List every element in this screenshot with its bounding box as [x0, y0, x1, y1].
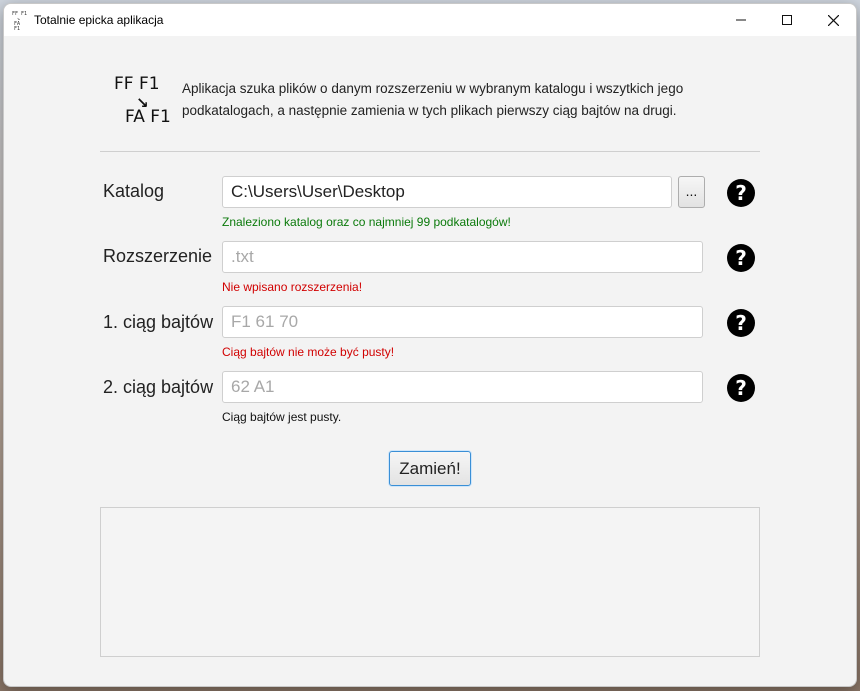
bytes2-help-icon[interactable]: ? — [727, 374, 755, 402]
bytes1-status: Ciąg bajtów nie może być pusty! — [222, 345, 395, 359]
replace-button[interactable]: Zamień! — [389, 451, 471, 486]
bytes1-label: 1. ciąg bajtów — [103, 312, 214, 332]
catalog-label: Katalog — [103, 181, 165, 201]
browse-button[interactable]: ... — [678, 176, 705, 208]
extension-status: Nie wpisano rozszerzenia! — [222, 280, 363, 294]
app-icon: FF F1 ↘ FA F1 — [12, 12, 28, 32]
catalog-help-icon[interactable]: ? — [727, 179, 755, 207]
app-logo: FF F1 ↘ FA F1 — [110, 74, 174, 128]
maximize-icon — [782, 15, 792, 25]
header-separator — [100, 151, 760, 152]
minimize-icon — [736, 19, 746, 21]
minimize-button[interactable] — [718, 4, 764, 36]
bytes2-input[interactable] — [222, 371, 703, 403]
bytes2-label: 2. ciąg bajtów — [103, 377, 214, 397]
close-icon — [827, 14, 839, 26]
maximize-button[interactable] — [764, 4, 810, 36]
logo-line-2: FA F1 — [125, 107, 171, 127]
app-window: FF F1 ↘ FA F1 Totalnie epicka aplikacja … — [3, 3, 857, 687]
extension-help-icon[interactable]: ? — [727, 244, 755, 272]
app-icon-line-3: FA F1 — [14, 21, 21, 32]
extension-label: Rozszerzenie — [103, 246, 213, 266]
catalog-status: Znaleziono katalog oraz co najmniej 99 p… — [222, 215, 511, 229]
bytes1-input[interactable] — [222, 306, 703, 338]
window-title: Totalnie epicka aplikacja — [34, 13, 164, 27]
main-content: FF F1 ↘ FA F1 Aplikacja szuka plików o d… — [4, 36, 856, 686]
extension-input[interactable] — [222, 241, 703, 273]
bytes1-help-icon[interactable]: ? — [727, 309, 755, 337]
bytes2-status: Ciąg bajtów jest pusty. — [222, 410, 342, 424]
catalog-input[interactable] — [222, 176, 672, 208]
app-description: Aplikacja szuka plików o danym rozszerze… — [182, 81, 684, 118]
output-area[interactable] — [100, 507, 760, 657]
title-bar[interactable]: FF F1 ↘ FA F1 Totalnie epicka aplikacja — [4, 4, 856, 36]
close-button[interactable] — [810, 4, 856, 36]
logo-line-1: FF F1 — [114, 74, 160, 94]
